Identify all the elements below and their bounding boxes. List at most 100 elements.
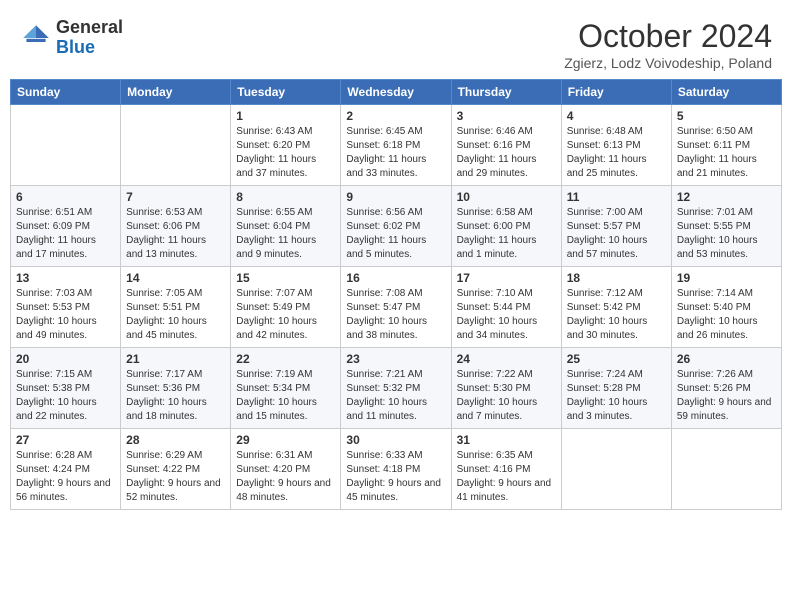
day-number: 22 [236, 352, 335, 366]
calendar-cell: 22 Sunrise: 7:19 AM Sunset: 5:34 PM Dayli… [231, 348, 341, 429]
day-info: Sunrise: 7:03 AM Sunset: 5:53 PM Dayligh… [16, 287, 115, 343]
calendar-cell: 1Sunrise: 6:43 AM Sunset: 6:20 PM Daylig… [231, 105, 341, 186]
calendar-cell: 17 Sunrise: 7:10 AM Sunset: 5:44 PM Dayli… [451, 267, 561, 348]
day-info: Sunrise: 6:51 AM Sunset: 6:09 PM Dayligh… [16, 206, 115, 262]
calendar-body: 1Sunrise: 6:43 AM Sunset: 6:20 PM Daylig… [11, 105, 782, 510]
day-number: 7 [126, 190, 225, 204]
day-info: Sunrise: 7:22 AM Sunset: 5:30 PM Dayligh… [457, 368, 556, 424]
calendar-cell: 23 Sunrise: 7:21 AM Sunset: 5:32 PM Dayli… [341, 348, 451, 429]
calendar-cell: 6Sunrise: 6:51 AM Sunset: 6:09 PM Daylig… [11, 186, 121, 267]
weekday-header-wednesday: Wednesday [341, 80, 451, 105]
day-info: Sunrise: 7:10 AM Sunset: 5:44 PM Dayligh… [457, 287, 556, 343]
day-number: 23 [346, 352, 445, 366]
calendar-week-4: 20 Sunrise: 7:15 AM Sunset: 5:38 PM Dayli… [11, 348, 782, 429]
calendar-cell: 10 Sunrise: 6:58 AM Sunset: 6:00 PM Dayli… [451, 186, 561, 267]
day-info: Sunrise: 7:00 AM Sunset: 5:57 PM Dayligh… [567, 206, 666, 262]
day-info: Sunrise: 6:55 AM Sunset: 6:04 PM Dayligh… [236, 206, 335, 262]
day-info: Sunrise: 6:45 AM Sunset: 6:18 PM Dayligh… [346, 125, 445, 181]
calendar-week-3: 13 Sunrise: 7:03 AM Sunset: 5:53 PM Dayli… [11, 267, 782, 348]
logo-line2: Blue [56, 38, 123, 58]
day-info: Sunrise: 6:48 AM Sunset: 6:13 PM Dayligh… [567, 125, 666, 181]
day-info: Sunrise: 6:56 AM Sunset: 6:02 PM Dayligh… [346, 206, 445, 262]
calendar-week-5: 27 Sunrise: 6:28 AM Sunset: 4:24 PM Dayli… [11, 429, 782, 510]
calendar-cell: 28 Sunrise: 6:29 AM Sunset: 4:22 PM Dayli… [121, 429, 231, 510]
logo-line1: General [56, 18, 123, 38]
location-subtitle: Zgierz, Lodz Voivodeship, Poland [564, 55, 772, 71]
day-number: 24 [457, 352, 556, 366]
day-number: 14 [126, 271, 225, 285]
day-info: Sunrise: 7:15 AM Sunset: 5:38 PM Dayligh… [16, 368, 115, 424]
day-info: Sunrise: 6:28 AM Sunset: 4:24 PM Dayligh… [16, 449, 115, 505]
day-info: Sunrise: 7:19 AM Sunset: 5:34 PM Dayligh… [236, 368, 335, 424]
day-number: 18 [567, 271, 666, 285]
calendar-cell: 9 Sunrise: 6:56 AM Sunset: 6:02 PM Daylig… [341, 186, 451, 267]
day-number: 27 [16, 433, 115, 447]
calendar-cell: 24 Sunrise: 7:22 AM Sunset: 5:30 PM Dayli… [451, 348, 561, 429]
day-number: 8 [236, 190, 335, 204]
day-number: 21 [126, 352, 225, 366]
calendar-cell: 20 Sunrise: 7:15 AM Sunset: 5:38 PM Dayli… [11, 348, 121, 429]
day-number: 17 [457, 271, 556, 285]
calendar-cell [121, 105, 231, 186]
calendar-cell [561, 429, 671, 510]
weekday-header-sunday: Sunday [11, 80, 121, 105]
day-info: Sunrise: 6:46 AM Sunset: 6:16 PM Dayligh… [457, 125, 556, 181]
day-info: Sunrise: 7:01 AM Sunset: 5:55 PM Dayligh… [677, 206, 776, 262]
calendar-header: SundayMondayTuesdayWednesdayThursdayFrid… [11, 80, 782, 105]
logo-icon [20, 22, 52, 54]
calendar-week-2: 6Sunrise: 6:51 AM Sunset: 6:09 PM Daylig… [11, 186, 782, 267]
calendar-cell: 11 Sunrise: 7:00 AM Sunset: 5:57 PM Dayli… [561, 186, 671, 267]
calendar-cell: 29Sunrise: 6:31 AM Sunset: 4:20 PM Dayli… [231, 429, 341, 510]
day-number: 19 [677, 271, 776, 285]
calendar-cell: 8 Sunrise: 6:55 AM Sunset: 6:04 PM Daylig… [231, 186, 341, 267]
day-number: 3 [457, 109, 556, 123]
calendar-cell: 26Sunrise: 7:26 AM Sunset: 5:26 PM Dayli… [671, 348, 781, 429]
calendar-cell [11, 105, 121, 186]
calendar-cell: 27 Sunrise: 6:28 AM Sunset: 4:24 PM Dayli… [11, 429, 121, 510]
day-number: 13 [16, 271, 115, 285]
day-info: Sunrise: 6:29 AM Sunset: 4:22 PM Dayligh… [126, 449, 225, 505]
weekday-header-row: SundayMondayTuesdayWednesdayThursdayFrid… [11, 80, 782, 105]
day-info: Sunrise: 6:50 AM Sunset: 6:11 PM Dayligh… [677, 125, 776, 181]
day-number: 9 [346, 190, 445, 204]
day-info: Sunrise: 7:07 AM Sunset: 5:49 PM Dayligh… [236, 287, 335, 343]
calendar-cell: 31Sunrise: 6:35 AM Sunset: 4:16 PM Dayli… [451, 429, 561, 510]
day-info: Sunrise: 6:58 AM Sunset: 6:00 PM Dayligh… [457, 206, 556, 262]
day-info: Sunrise: 6:53 AM Sunset: 6:06 PM Dayligh… [126, 206, 225, 262]
day-info: Sunrise: 7:24 AM Sunset: 5:28 PM Dayligh… [567, 368, 666, 424]
day-number: 20 [16, 352, 115, 366]
calendar-cell: 3 Sunrise: 6:46 AM Sunset: 6:16 PM Daylig… [451, 105, 561, 186]
day-number: 28 [126, 433, 225, 447]
day-number: 16 [346, 271, 445, 285]
day-info: Sunrise: 7:05 AM Sunset: 5:51 PM Dayligh… [126, 287, 225, 343]
day-info: Sunrise: 7:21 AM Sunset: 5:32 PM Dayligh… [346, 368, 445, 424]
day-info: Sunrise: 6:33 AM Sunset: 4:18 PM Dayligh… [346, 449, 445, 505]
calendar-cell: 15Sunrise: 7:07 AM Sunset: 5:49 PM Dayli… [231, 267, 341, 348]
day-number: 5 [677, 109, 776, 123]
calendar-cell [671, 429, 781, 510]
month-title: October 2024 [564, 18, 772, 55]
day-number: 12 [677, 190, 776, 204]
day-number: 1 [236, 109, 335, 123]
calendar-cell: 5 Sunrise: 6:50 AM Sunset: 6:11 PM Daylig… [671, 105, 781, 186]
day-number: 25 [567, 352, 666, 366]
day-number: 2 [346, 109, 445, 123]
day-number: 30 [346, 433, 445, 447]
day-info: Sunrise: 7:26 AM Sunset: 5:26 PM Dayligh… [677, 368, 776, 424]
calendar-cell: 18Sunrise: 7:12 AM Sunset: 5:42 PM Dayli… [561, 267, 671, 348]
calendar-week-1: 1Sunrise: 6:43 AM Sunset: 6:20 PM Daylig… [11, 105, 782, 186]
calendar-table: SundayMondayTuesdayWednesdayThursdayFrid… [10, 79, 782, 510]
calendar-cell: 13 Sunrise: 7:03 AM Sunset: 5:53 PM Dayli… [11, 267, 121, 348]
page-header: General Blue October 2024 Zgierz, Lodz V… [10, 10, 782, 75]
weekday-header-friday: Friday [561, 80, 671, 105]
weekday-header-monday: Monday [121, 80, 231, 105]
weekday-header-tuesday: Tuesday [231, 80, 341, 105]
day-number: 10 [457, 190, 556, 204]
day-info: Sunrise: 6:35 AM Sunset: 4:16 PM Dayligh… [457, 449, 556, 505]
calendar-cell: 21Sunrise: 7:17 AM Sunset: 5:36 PM Dayli… [121, 348, 231, 429]
day-info: Sunrise: 6:31 AM Sunset: 4:20 PM Dayligh… [236, 449, 335, 505]
day-number: 11 [567, 190, 666, 204]
calendar-cell: 25 Sunrise: 7:24 AM Sunset: 5:28 PM Dayli… [561, 348, 671, 429]
calendar-cell: 16Sunrise: 7:08 AM Sunset: 5:47 PM Dayli… [341, 267, 451, 348]
logo-text: General Blue [56, 18, 123, 58]
